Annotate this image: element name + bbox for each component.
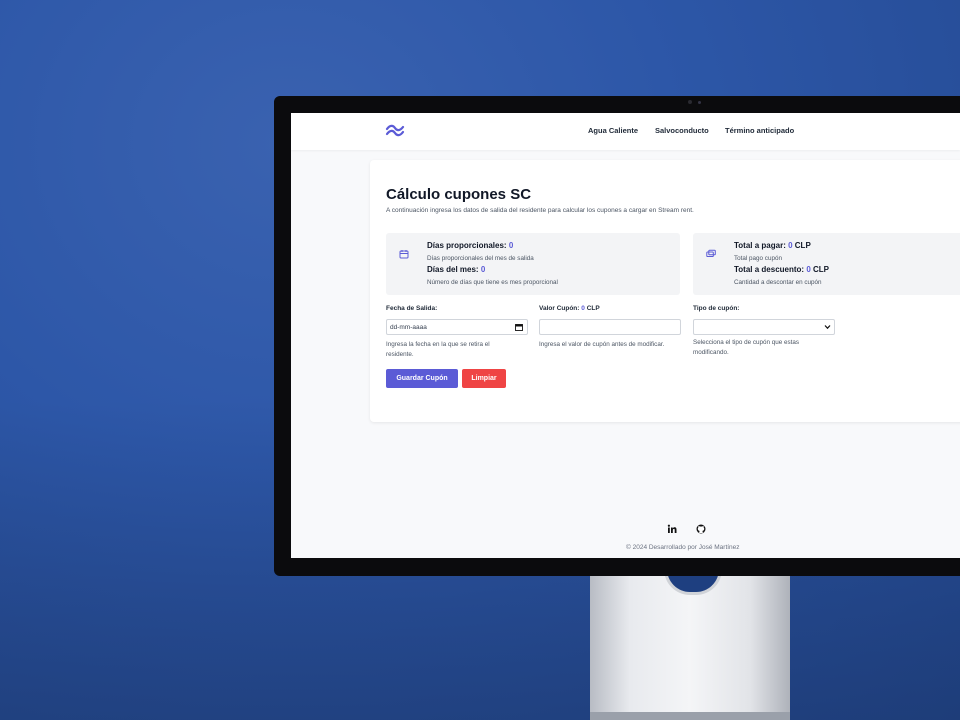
valor-cupon-label: Valor Cupón:: [539, 305, 580, 312]
calendar-picker-icon[interactable]: [515, 323, 523, 331]
total-descuento-unit: CLP: [813, 265, 830, 274]
dias-proporcionales-label: Días proporcionales:: [427, 241, 507, 250]
tipo-cupon-label: Tipo de cupón:: [693, 305, 740, 312]
main-card: Cálculo cupones SC A continuación ingres…: [370, 160, 960, 422]
money-icon: [706, 249, 716, 257]
nav-item-termino-anticipado[interactable]: Término anticipado: [725, 126, 794, 135]
valor-cupon-value: 0: [581, 305, 585, 312]
fecha-salida-help: Ingresa la fecha en la que se retira el …: [386, 341, 490, 358]
valor-cupon-unit: CLP: [586, 305, 600, 312]
total-pagar-unit: CLP: [794, 241, 811, 250]
valor-cupon-help: Ingresa el valor de cupón antes de modif…: [539, 341, 665, 348]
total-pagar-line: Total a pagar: 0 CLP: [734, 241, 811, 250]
tailwind-logo-icon[interactable]: [385, 124, 405, 138]
calendar-icon: [399, 250, 409, 259]
nav-item-agua-caliente[interactable]: Agua Caliente: [588, 126, 638, 135]
camera-icon: [688, 100, 692, 104]
dias-mes-help: Número de días que tiene es mes proporci…: [427, 279, 558, 286]
tipo-cupon-select[interactable]: [693, 319, 835, 335]
chevron-down-icon: [824, 325, 831, 330]
dias-mes-line: Días del mes: 0: [427, 265, 485, 274]
total-pagar-value: 0: [788, 241, 793, 250]
total-descuento-help: Cantidad a descontar en cupón: [734, 279, 822, 286]
save-coupon-button[interactable]: Guardar Cupón: [386, 369, 458, 388]
github-icon[interactable]: [696, 524, 706, 534]
nav-item-salvoconducto[interactable]: Salvoconducto: [655, 126, 709, 135]
monitor-stand: [590, 574, 790, 720]
valor-cupon-label-line: Valor Cupón: 0 CLP: [539, 305, 600, 312]
fecha-salida-input[interactable]: dd-mm-aaaa: [386, 319, 528, 335]
fecha-salida-label: Fecha de Salida:: [386, 305, 438, 312]
total-pagar-label: Total a pagar:: [734, 241, 786, 250]
dias-proporcionales-line: Días proporcionales: 0: [427, 241, 513, 250]
page-title: Cálculo cupones SC: [386, 186, 532, 203]
clear-button[interactable]: Limpiar: [462, 369, 506, 388]
footer-copyright: © 2024 Desarrollado por José Martínez: [626, 544, 740, 551]
dias-proporcionales-value: 0: [508, 241, 514, 250]
navbar: Agua Caliente Salvoconducto Término anti…: [291, 113, 960, 150]
page-subtitle: A continuación ingresa los datos de sali…: [386, 207, 694, 214]
monitor-stand-base: [590, 712, 790, 720]
valor-cupon-input[interactable]: [539, 319, 681, 335]
dias-mes-value: 0: [480, 265, 486, 274]
monitor-screen: Agua Caliente Salvoconducto Término anti…: [291, 113, 960, 558]
linkedin-icon[interactable]: [667, 524, 677, 534]
total-descuento-value: 0: [806, 265, 811, 274]
tipo-cupon-help: Selecciona el tipo de cupón que estas mo…: [693, 339, 800, 356]
stats-days-box: Días proporcionales: 0 Días proporcional…: [386, 233, 680, 295]
stats-totals-box: Total a pagar: 0 CLP Total pago cupón To…: [693, 233, 960, 295]
total-descuento-label: Total a descuento:: [734, 265, 805, 274]
total-descuento-line: Total a descuento: 0 CLP: [734, 265, 829, 274]
total-pagar-help: Total pago cupón: [734, 255, 782, 262]
dias-proporcionales-help: Días proporcionales del mes de salida: [427, 255, 534, 262]
dias-mes-label: Días del mes:: [427, 265, 479, 274]
camera-sensor: [698, 101, 701, 104]
fecha-salida-placeholder: dd-mm-aaaa: [390, 324, 427, 331]
